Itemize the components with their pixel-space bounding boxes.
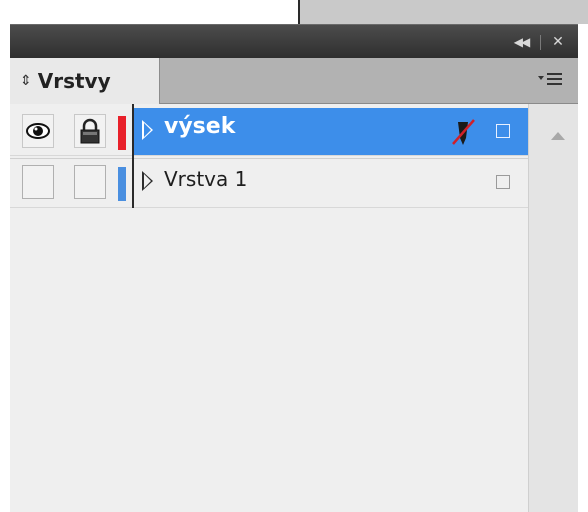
layer-select-box[interactable] <box>496 175 510 189</box>
column-separator <box>132 104 134 208</box>
tab-expand-arrows-icon: ⇕ <box>20 73 32 89</box>
panel-titlebar[interactable]: ◀◀ ✕ <box>10 24 578 58</box>
layer-name: výsek <box>164 114 236 139</box>
eye-icon <box>26 123 50 139</box>
panel-tabbar: ⇕ Vrstvy <box>10 58 578 104</box>
window-edge <box>578 24 588 512</box>
layer-name: Vrstva 1 <box>164 167 248 191</box>
layer-name-area[interactable]: Vrstva 1 <box>134 159 528 207</box>
panel-menu-icon[interactable] <box>536 70 566 92</box>
layer-row-vysek[interactable]: výsek <box>10 108 528 156</box>
layer-color-chip <box>118 116 126 150</box>
visibility-toggle[interactable] <box>22 165 54 199</box>
collapse-panel-icon[interactable]: ◀◀ <box>508 31 534 53</box>
close-icon[interactable]: ✕ <box>546 31 570 53</box>
titlebar-separator <box>540 35 541 50</box>
layer-list: výsek Vrstva 1 <box>10 104 528 512</box>
layer-name-area[interactable]: výsek <box>134 108 528 155</box>
scroll-up-arrow-icon[interactable] <box>551 132 565 140</box>
expand-triangle-icon[interactable] <box>142 171 153 191</box>
layers-content: výsek Vrstva 1 <box>10 104 578 512</box>
tab-label: Vrstvy <box>37 69 111 93</box>
lock-toggle[interactable] <box>74 165 106 199</box>
lock-icon <box>80 118 100 144</box>
layer-color-chip <box>118 167 126 201</box>
visibility-toggle[interactable] <box>22 114 54 148</box>
lock-toggle[interactable] <box>74 114 106 148</box>
layer-row-vrstva-1[interactable]: Vrstva 1 <box>10 158 528 208</box>
layer-select-box[interactable] <box>496 124 510 138</box>
expand-triangle-icon[interactable] <box>142 120 153 140</box>
crossed-pen-icon <box>452 119 475 145</box>
tab-layers[interactable]: ⇕ Vrstvy <box>10 58 160 104</box>
layers-panel: ◀◀ ✕ ⇕ Vrstvy výsek Vrstva 1 <box>10 24 578 512</box>
vertical-scrollbar[interactable] <box>528 104 578 512</box>
